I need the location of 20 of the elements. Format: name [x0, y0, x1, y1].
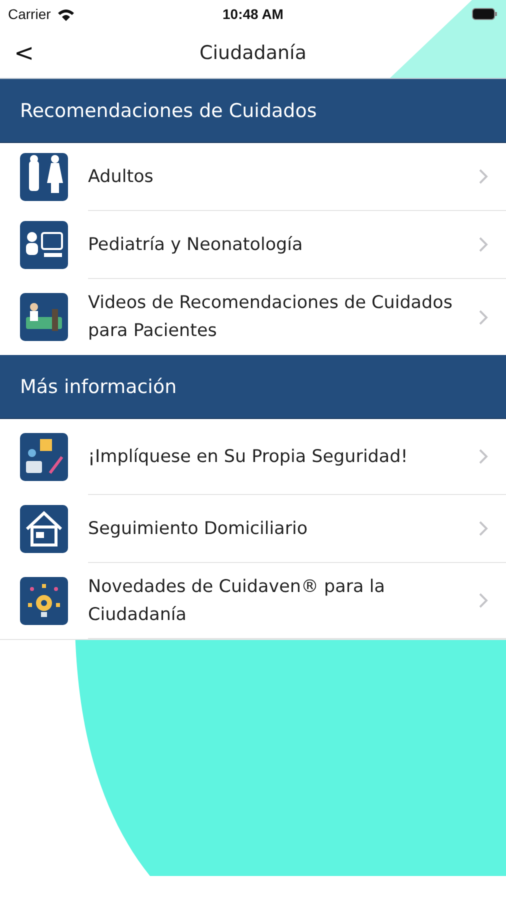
safety-items-icon — [20, 433, 68, 481]
adults-icon — [20, 153, 68, 201]
lightbulb-gear-icon — [20, 577, 68, 625]
screen-title: Ciudadanía — [200, 42, 306, 64]
chevron-icon — [479, 593, 488, 608]
chevron-icon — [479, 310, 488, 324]
chevron-icon — [479, 237, 488, 252]
chevron-icon — [479, 169, 488, 184]
chevron-icon — [479, 521, 488, 536]
back-button[interactable]: < — [4, 39, 44, 67]
clock: 10:48 AM — [222, 6, 284, 22]
battery-icon — [472, 8, 498, 20]
section-header: Recomendaciones de Cuidados — [0, 79, 506, 143]
patient-bed-icon — [20, 293, 68, 341]
house-icon — [20, 505, 68, 553]
wifi-icon — [56, 8, 75, 20]
chevron-icon — [479, 449, 488, 464]
carrier-label: Carrier — [8, 6, 51, 22]
baby-incubator-icon — [20, 221, 68, 269]
section-header: Más información — [0, 355, 506, 419]
